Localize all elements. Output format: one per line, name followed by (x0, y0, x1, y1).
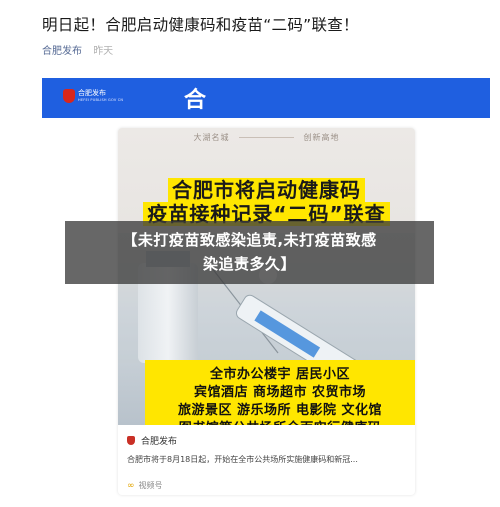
tagline-left: 大湖名城 (193, 133, 230, 142)
channels-label: 视频号 (138, 481, 163, 490)
publish-time: 昨天 (93, 46, 114, 57)
overlay-caption-text: 【未打疫苗致感染追责,未打疫苗致感 染追责多久】 (65, 228, 434, 276)
tagline-divider (239, 137, 294, 138)
poster-tagline: 大湖名城 创新高地 (118, 132, 415, 143)
overlay-line-1: 【未打疫苗致感染追责,未打疫苗致感 (122, 231, 377, 249)
tagline-right: 创新高地 (303, 133, 340, 142)
card-source[interactable]: 合肥发布 (127, 434, 177, 447)
places-line: 图书馆等公共场所全面实行健康码 (145, 417, 415, 425)
source-name: 合肥发布 (141, 437, 178, 447)
article-title: 明日起！合肥启动健康码和疫苗“二码”联查！ (42, 16, 359, 34)
poster-places-block: 全市办公楼宇 居民小区 宾馆酒店 商场超市 农贸市场 旅游景区 游乐场所 电影院… (145, 360, 415, 425)
logo-mark-icon (63, 89, 75, 103)
header-banner: 合肥发布 HEFEI PUBLISH GOV CN 合 (42, 78, 490, 118)
places-line: 旅游景区 游乐场所 电影院 文化馆 (177, 403, 383, 418)
channels-icon: ∞ (127, 481, 135, 491)
article-meta: 合肥发布 昨天 (42, 42, 113, 57)
card-description: 合肥市将于8月18日起，开始在全市公共场所实施健康码和新冠... (127, 455, 358, 464)
video-card[interactable]: 大湖名城 创新高地 合肥市将启动健康码 疫苗接种记录“二码”联查 全市办公楼宇 … (118, 128, 415, 495)
author-link[interactable]: 合肥发布 (42, 46, 82, 57)
overlay-caption: 【未打疫苗致感染追责,未打疫苗致感 染追责多久】 (65, 221, 434, 284)
logo-subtext: HEFEI PUBLISH GOV CN (78, 98, 124, 102)
banner-character: 合 (184, 87, 207, 113)
logo-text: 合肥发布 (78, 89, 106, 97)
source-logo-icon (127, 436, 135, 445)
places-line: 全市办公楼宇 居民小区 (209, 367, 351, 382)
card-footer[interactable]: ∞ 视频号 (127, 480, 163, 491)
hefei-publish-logo: 合肥发布 HEFEI PUBLISH GOV CN (63, 87, 123, 109)
places-line: 宾馆酒店 商场超市 农贸市场 (193, 385, 367, 400)
overlay-line-2: 染追责多久】 (202, 255, 296, 273)
